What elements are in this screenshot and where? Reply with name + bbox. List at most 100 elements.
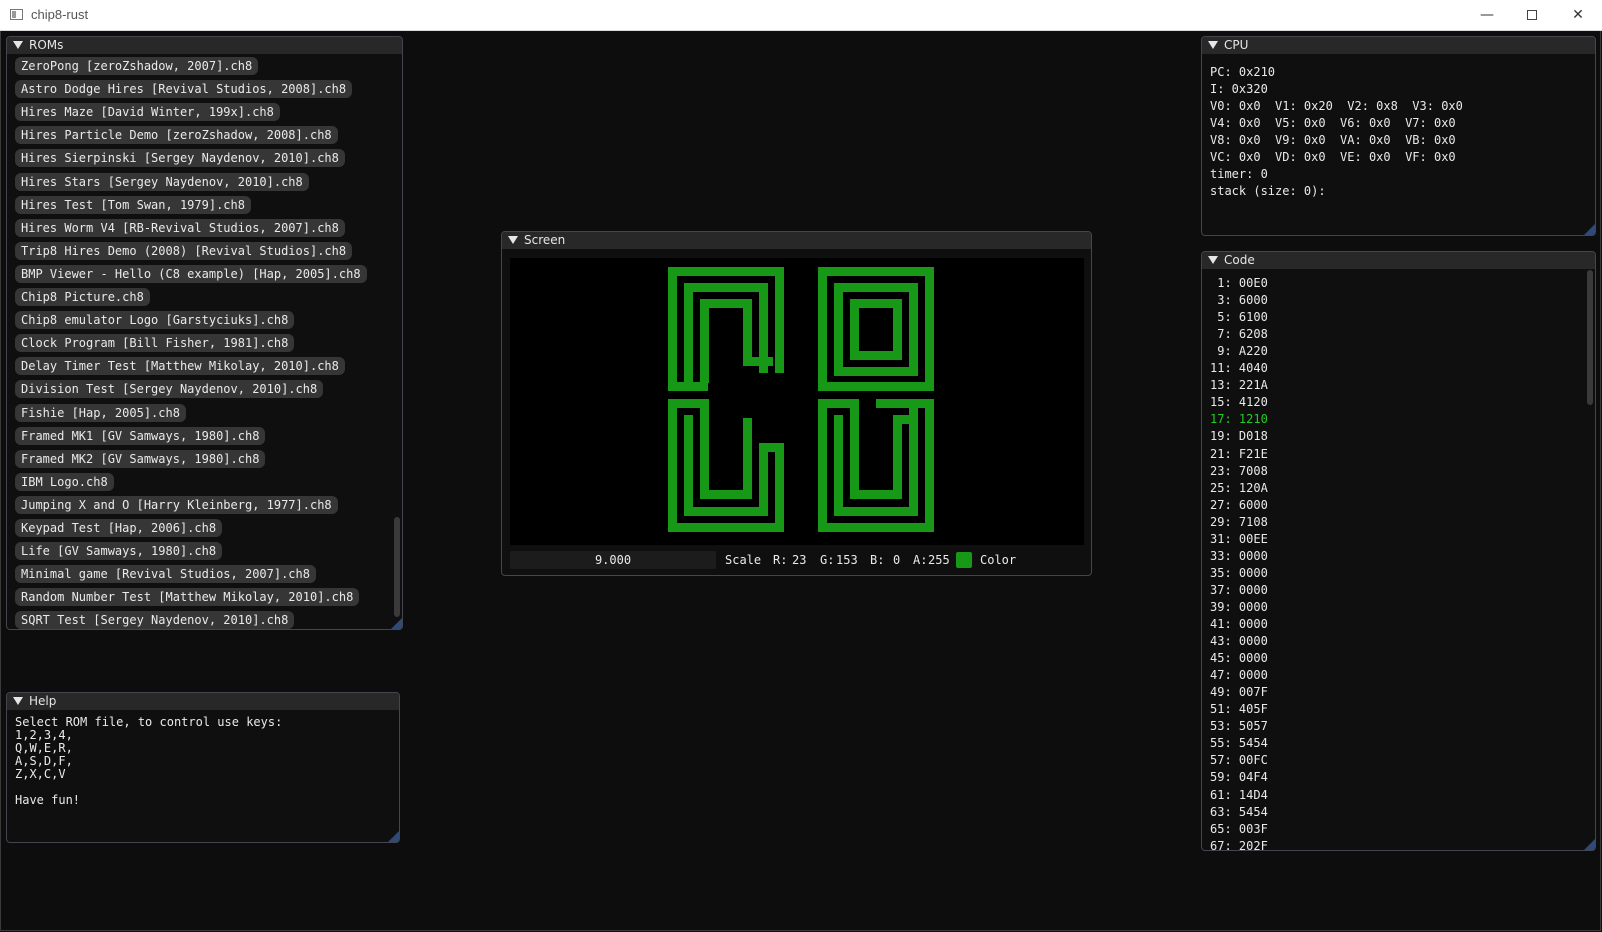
rom-item[interactable]: Hires Test [Tom Swan, 1979].ch8 [15, 195, 251, 214]
rom-item[interactable]: Trip8 Hires Demo (2008) [Revival Studios… [15, 241, 353, 260]
code-line: 57: 00FC [1210, 753, 1268, 768]
display-pixel-block [775, 364, 784, 373]
display-pixel-block [850, 299, 859, 360]
code-line: 35: 0000 [1210, 565, 1268, 580]
r-value[interactable]: 23 [792, 551, 806, 569]
a-value[interactable]: 255 [928, 551, 950, 569]
code-scrollbar[interactable] [1587, 270, 1593, 405]
rom-list: ZeroPong [zeroZshadow, 2007].ch8 Astro Do… [7, 55, 390, 629]
display-pixel-block [700, 399, 709, 499]
code-panel-title: Code [1224, 253, 1255, 267]
roms-scrollbar[interactable] [394, 517, 400, 617]
resize-grip[interactable] [1080, 564, 1091, 575]
collapse-triangle-icon[interactable] [1208, 255, 1218, 264]
display-pixel-block [850, 490, 902, 499]
color-swatch[interactable] [956, 552, 972, 568]
rom-item[interactable]: Framed MK2 [GV Samways, 1980].ch8 [15, 449, 266, 468]
b-value[interactable]: 0 [893, 551, 900, 569]
scale-slider[interactable]: 9.000 [510, 551, 716, 569]
c8-logo-graphic [668, 267, 934, 532]
display-pixel-block [759, 443, 768, 516]
code-line: 33: 0000 [1210, 548, 1268, 563]
display-pixel-block [684, 283, 768, 292]
display-pixel-block [775, 443, 784, 532]
display-pixel-block [818, 523, 934, 532]
resize-grip[interactable] [1584, 224, 1595, 235]
code-line: 55: 5454 [1210, 736, 1268, 751]
rom-item[interactable]: IBM Logo.ch8 [15, 472, 114, 491]
display-pixel-block [893, 299, 902, 360]
rom-item[interactable]: Keypad Test [Hap, 2006].ch8 [15, 519, 223, 537]
title-bar: chip8-rust — ✕ [0, 0, 1602, 31]
collapse-triangle-icon[interactable] [508, 235, 518, 244]
rom-item[interactable]: Hires Particle Demo [zeroZshadow, 2008].… [15, 126, 338, 145]
rom-item[interactable]: ZeroPong [zeroZshadow, 2007].ch8 [15, 57, 259, 75]
code-line: 53: 5057 [1210, 719, 1268, 734]
chip8-display [510, 258, 1084, 545]
collapse-triangle-icon[interactable] [13, 40, 23, 49]
rom-item[interactable]: Delay Timer Test [Matthew Mikolay, 2010]… [15, 357, 345, 376]
rom-item[interactable]: BMP Viewer - Hello (C8 example) [Hap, 20… [15, 264, 367, 283]
cpu-panel-header[interactable]: CPU [1202, 37, 1595, 54]
code-line: 43: 0000 [1210, 634, 1268, 649]
maximize-button[interactable] [1509, 0, 1555, 31]
a-label: A: [913, 553, 928, 567]
close-button[interactable]: ✕ [1555, 0, 1601, 31]
rom-item[interactable]: Fishie [Hap, 2005].ch8 [15, 403, 186, 422]
collapse-triangle-icon[interactable] [13, 696, 23, 705]
cpu-line: timer: 0 [1210, 167, 1268, 181]
rom-item[interactable]: Hires Stars [Sergey Naydenov, 2010].ch8 [15, 172, 309, 191]
resize-grip[interactable] [391, 618, 402, 629]
rom-item[interactable]: SQRT Test [Sergey Naydenov, 2010].ch8 [15, 611, 295, 629]
rom-item[interactable]: Clock Program [Bill Fisher, 1981].ch8 [15, 334, 295, 353]
rom-item[interactable]: Chip8 emulator Logo [Garstyciuks].ch8 [15, 311, 295, 330]
display-pixel-block [668, 267, 784, 276]
rom-item[interactable]: Life [GV Samways, 1980].ch8 [15, 542, 223, 561]
rom-item[interactable]: Astro Dodge Hires [Revival Studios, 2008… [15, 80, 353, 99]
screen-controls: 9.000 Scale R: 23 G: 153 B: 0 A: 255 Col… [510, 551, 1083, 569]
screen-panel-header[interactable]: Screen [502, 232, 1091, 249]
code-line-current: 17: 1210 [1210, 412, 1268, 427]
code-line: 31: 00EE [1210, 531, 1268, 546]
roms-panel-header[interactable]: ROMs [7, 37, 402, 54]
display-pixel-block [909, 283, 918, 376]
rom-item[interactable]: Hires Worm V4 [RB-Revival Studios, 2007]… [15, 218, 345, 237]
code-line: 5: 6100 [1210, 310, 1268, 325]
g-value[interactable]: 153 [836, 551, 858, 569]
rom-item[interactable]: Random Number Test [Matthew Mikolay, 201… [15, 588, 360, 607]
code-line: 67: 202F [1210, 838, 1268, 850]
rom-item[interactable]: Chip8 Picture.ch8 [15, 288, 150, 306]
rom-item[interactable]: Hires Sierpinski [Sergey Naydenov, 2010]… [15, 149, 345, 168]
rom-item[interactable]: Jumping X and O [Harry Kleinberg, 1977].… [15, 495, 338, 514]
help-text: Select ROM file, to control use keys: 1,… [15, 715, 283, 807]
cpu-line: PC: 0x210 [1210, 65, 1276, 79]
g-label: G: [820, 553, 835, 567]
rom-item[interactable]: Division Test [Sergey Naydenov, 2010].ch… [15, 380, 324, 399]
code-line: 1: 00E0 [1210, 276, 1268, 290]
cpu-line: V4: 0x0 V5: 0x0 V6: 0x0 V7: 0x0 [1210, 116, 1456, 130]
resize-grip[interactable] [388, 831, 399, 842]
display-pixel-block [834, 507, 918, 516]
code-listing: 1: 00E0 3: 6000 5: 6100 7: 6208 9: A220 1… [1202, 276, 1595, 850]
code-line: 59: 04F4 [1210, 770, 1268, 785]
display-pixel-block [818, 382, 934, 391]
display-pixel-block [834, 283, 843, 376]
display-pixel-block [818, 399, 852, 408]
help-panel-header[interactable]: Help [7, 693, 399, 710]
collapse-triangle-icon[interactable] [1208, 40, 1218, 49]
cpu-line: I: 0x320 [1210, 82, 1268, 96]
display-pixel-block [700, 299, 709, 383]
cpu-panel-title: CPU [1224, 38, 1249, 52]
cpu-line: V0: 0x0 V1: 0x20 V2: 0x8 V3: 0x0 [1210, 99, 1463, 113]
code-line: 13: 221A [1210, 378, 1268, 393]
display-pixel-block [834, 283, 918, 292]
rom-item[interactable]: Hires Maze [David Winter, 199x].ch8 [15, 103, 280, 122]
display-pixel-block [818, 399, 827, 532]
code-panel-header[interactable]: Code [1202, 252, 1595, 269]
rom-item[interactable]: Framed MK1 [GV Samways, 1980].ch8 [15, 426, 266, 445]
resize-grip[interactable] [1584, 839, 1595, 850]
display-pixel-block [684, 415, 693, 516]
rom-item[interactable]: Minimal game [Revival Studios, 2007].ch8 [15, 565, 316, 584]
code-line: 19: D018 [1210, 429, 1268, 444]
minimize-button[interactable]: — [1464, 0, 1510, 31]
